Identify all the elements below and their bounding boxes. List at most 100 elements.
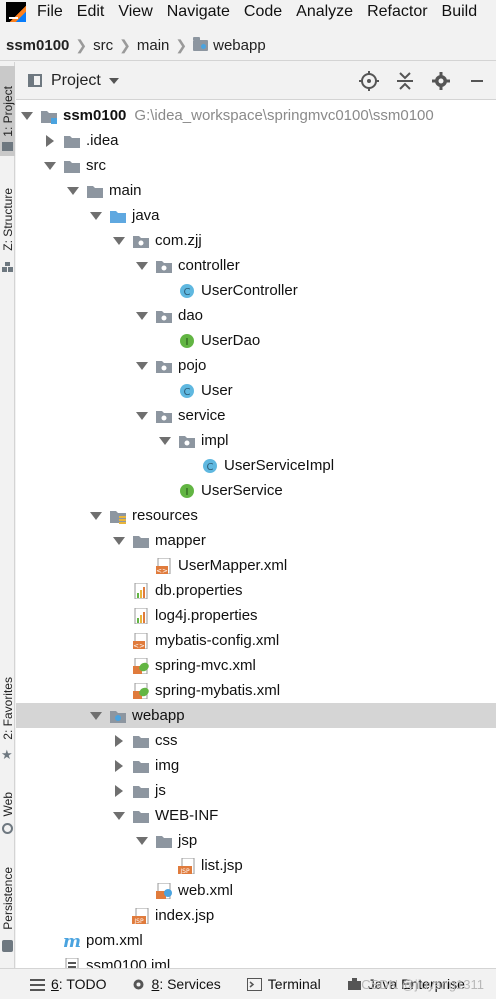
folder-icon xyxy=(86,183,104,199)
tree-row[interactable]: C UserServiceImpl xyxy=(16,453,496,478)
folder-icon xyxy=(132,783,150,799)
expanded-arrow-icon[interactable] xyxy=(89,209,103,223)
services-num: 8 xyxy=(151,976,160,992)
tree-row[interactable]: ssm0100.iml xyxy=(16,953,496,968)
menu-file[interactable]: File xyxy=(30,0,70,24)
tree-row[interactable]: java xyxy=(16,203,496,228)
chevron-down-icon[interactable] xyxy=(108,77,119,84)
hide-panel-button[interactable] xyxy=(466,70,488,92)
menu-edit[interactable]: Edit xyxy=(70,0,112,24)
package-icon xyxy=(155,258,173,274)
tree-row[interactable]: jsp xyxy=(16,828,496,853)
tree-row[interactable]: img xyxy=(16,753,496,778)
expanded-arrow-icon[interactable] xyxy=(135,359,149,373)
tree-row[interactable]: src xyxy=(16,153,496,178)
tree-row[interactable]: m pom.xml xyxy=(16,928,496,953)
properties-file-icon xyxy=(132,582,150,599)
todo-label: : TODO xyxy=(58,976,107,992)
menu-navigate[interactable]: Navigate xyxy=(160,0,237,24)
expanded-arrow-icon[interactable] xyxy=(135,834,149,848)
tab-terminal[interactable]: Terminal xyxy=(246,976,321,992)
tree-row[interactable]: I UserDao xyxy=(16,328,496,353)
tree-row[interactable]: db.properties xyxy=(16,578,496,603)
tab-structure[interactable]: Z: Structure xyxy=(0,174,15,264)
crosshair-icon xyxy=(359,71,379,91)
locate-file-button[interactable] xyxy=(358,70,380,92)
tree-row[interactable]: impl xyxy=(16,428,496,453)
star-icon: ★ xyxy=(1,747,13,762)
tree-row[interactable]: web.xml xyxy=(16,878,496,903)
tree-row[interactable]: C User xyxy=(16,378,496,403)
svg-text:C: C xyxy=(184,287,191,298)
tab-persistence[interactable]: Persistence xyxy=(0,858,15,938)
services-icon xyxy=(133,979,144,989)
panel-title[interactable]: Project xyxy=(51,72,101,90)
tree-row[interactable]: spring-mybatis.xml xyxy=(16,678,496,703)
tab-favorites[interactable]: 2: Favorites xyxy=(0,668,15,748)
expanded-arrow-icon[interactable] xyxy=(135,409,149,423)
tree-row[interactable]: webapp xyxy=(16,703,496,728)
tree-row[interactable]: <> mybatis-config.xml xyxy=(16,628,496,653)
tree-row[interactable]: log4j.properties xyxy=(16,603,496,628)
expanded-arrow-icon[interactable] xyxy=(112,234,126,248)
collapsed-arrow-icon[interactable] xyxy=(112,734,126,748)
tree-row[interactable]: service xyxy=(16,403,496,428)
xml-file-icon: <> xyxy=(155,557,173,575)
expanded-arrow-icon[interactable] xyxy=(135,309,149,323)
terminal-label: Terminal xyxy=(267,976,321,992)
tab-structure-label: Z: Structure xyxy=(0,187,15,251)
breadcrumb-src[interactable]: src xyxy=(89,37,117,54)
settings-button[interactable] xyxy=(430,70,452,92)
tree-row[interactable]: <> UserMapper.xml xyxy=(16,553,496,578)
tree-row[interactable]: JSP index.jsp xyxy=(16,903,496,928)
expanded-arrow-icon[interactable] xyxy=(112,534,126,548)
tree-row[interactable]: WEB-INF xyxy=(16,803,496,828)
collapsed-arrow-icon[interactable] xyxy=(112,759,126,773)
chevron-right-icon: ❯ xyxy=(119,37,131,53)
tree-item-label: js xyxy=(155,782,166,799)
tree-row[interactable]: pojo xyxy=(16,353,496,378)
tree-row[interactable]: resources xyxy=(16,503,496,528)
menu-view[interactable]: View xyxy=(111,0,159,24)
expanded-arrow-icon[interactable] xyxy=(158,434,172,448)
tree-row[interactable]: JSP list.jsp xyxy=(16,853,496,878)
tree-item-label: service xyxy=(178,407,226,424)
expanded-arrow-icon[interactable] xyxy=(43,159,57,173)
expanded-arrow-icon[interactable] xyxy=(89,709,103,723)
breadcrumb-main[interactable]: main xyxy=(133,37,174,54)
tree-row[interactable]: js xyxy=(16,778,496,803)
collapsed-arrow-icon[interactable] xyxy=(112,784,126,798)
tab-web[interactable]: Web xyxy=(0,784,15,824)
tree-item-label: ssm0100 xyxy=(63,107,127,124)
tree-row[interactable]: css xyxy=(16,728,496,753)
tab-persistence-label: Persistence xyxy=(0,866,15,930)
tree-row[interactable]: dao xyxy=(16,303,496,328)
breadcrumb-webapp-label: webapp xyxy=(213,37,266,54)
tree-item-label: controller xyxy=(178,257,240,274)
tree-row[interactable]: spring-mvc.xml xyxy=(16,653,496,678)
tree-row[interactable]: C UserController xyxy=(16,278,496,303)
collapsed-arrow-icon[interactable] xyxy=(43,134,57,148)
collapse-all-button[interactable] xyxy=(394,70,416,92)
tree-row[interactable]: mapper xyxy=(16,528,496,553)
tree-row[interactable]: main xyxy=(16,178,496,203)
expanded-arrow-icon[interactable] xyxy=(89,509,103,523)
tree-row[interactable]: com.zjj xyxy=(16,228,496,253)
tree-row[interactable]: controller xyxy=(16,253,496,278)
menu-build[interactable]: Build xyxy=(435,0,485,24)
expanded-arrow-icon[interactable] xyxy=(66,184,80,198)
breadcrumb-webapp-item[interactable]: webapp xyxy=(189,37,270,54)
expanded-arrow-icon[interactable] xyxy=(112,809,126,823)
tree-row[interactable]: ssm0100 G:\idea_workspace\springmvc0100\s… xyxy=(16,103,496,128)
tab-todo[interactable]: 6: TODO xyxy=(30,976,107,992)
tree-item-label: web.xml xyxy=(178,882,234,899)
menu-refactor[interactable]: Refactor xyxy=(360,0,434,24)
menu-code[interactable]: Code xyxy=(237,0,289,24)
tree-row[interactable]: .idea xyxy=(16,128,496,153)
tree-row[interactable]: I UserService xyxy=(16,478,496,503)
tab-services[interactable]: 8: Services xyxy=(131,976,221,992)
expanded-arrow-icon[interactable] xyxy=(135,259,149,273)
expanded-arrow-icon[interactable] xyxy=(20,109,34,123)
menu-analyze[interactable]: Analyze xyxy=(289,0,360,24)
breadcrumb-project[interactable]: ssm0100 xyxy=(0,37,73,54)
